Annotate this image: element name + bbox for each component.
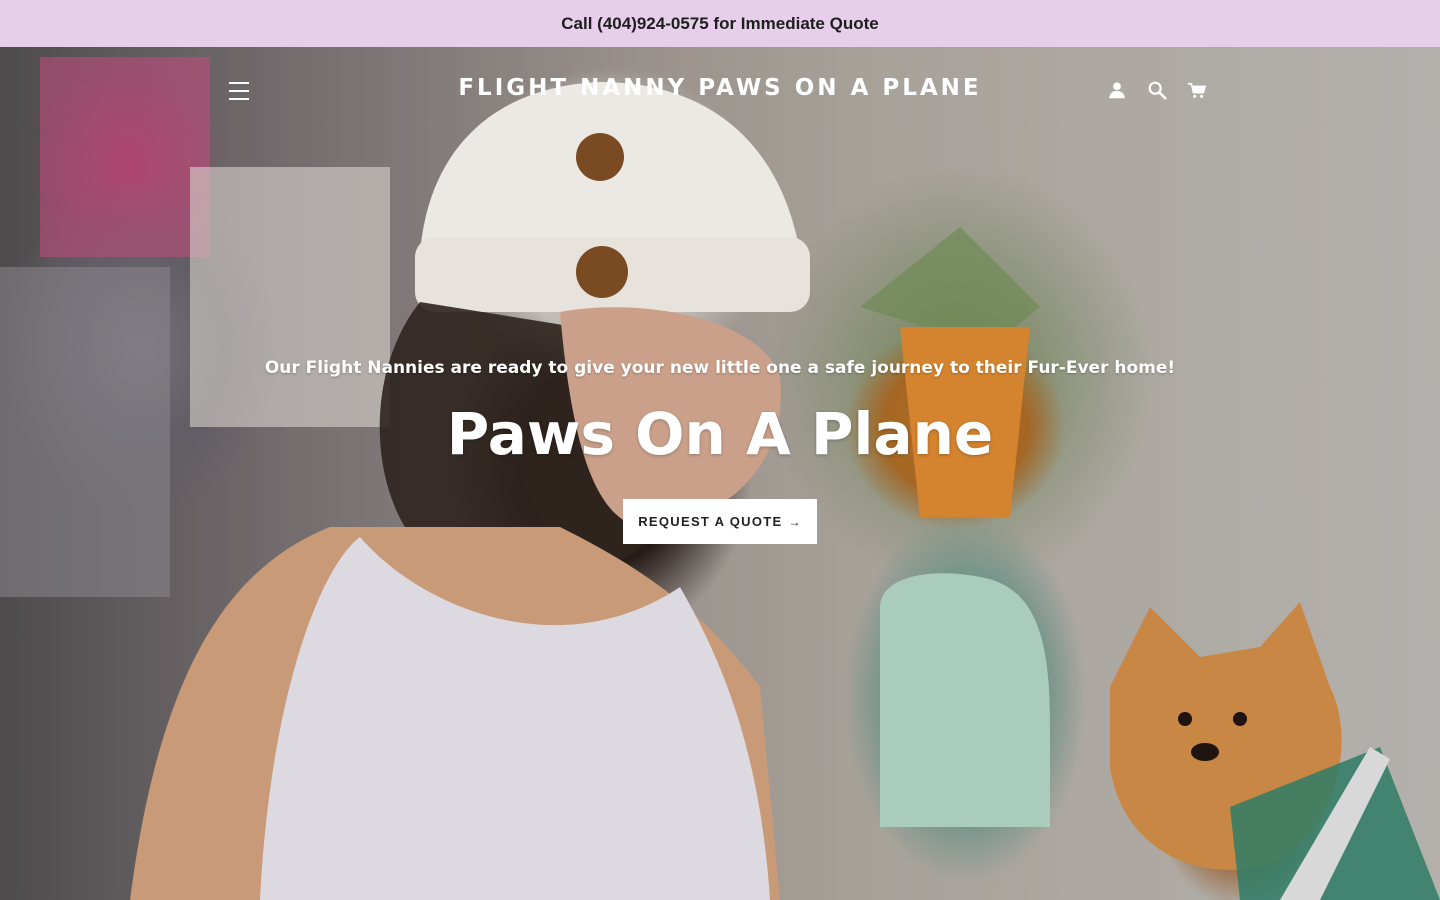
announcement-bar: Call (404)924-0575 for Immediate Quote [0, 0, 1440, 47]
button-shape [576, 246, 628, 298]
dog-eye-shape [1233, 712, 1247, 726]
cart-icon[interactable] [1186, 79, 1208, 101]
header-icons [1106, 79, 1208, 101]
menu-icon-bar [229, 98, 249, 100]
request-quote-button[interactable]: REQUEST A QUOTE → [623, 499, 817, 544]
search-icon[interactable] [1146, 79, 1168, 101]
request-quote-label: REQUEST A QUOTE [638, 514, 783, 529]
menu-icon[interactable] [229, 82, 251, 100]
hero-headline: Paws On A Plane [446, 400, 994, 468]
hero-image [0, 47, 1440, 900]
hero-photo-illustration [0, 57, 1440, 900]
site-title-link[interactable]: FLIGHT NANNY PAWS ON A PLANE [420, 75, 1020, 101]
dog-nose-shape [1191, 743, 1219, 761]
menu-icon-bar [229, 90, 249, 92]
poster-shape [190, 167, 390, 427]
hero-tagline: Our Flight Nannies are ready to give you… [264, 358, 1176, 378]
menu-icon-bar [229, 82, 249, 84]
arrow-right-icon: → [788, 514, 802, 529]
button-shape [576, 133, 624, 181]
account-icon[interactable] [1106, 79, 1128, 101]
kettle-shape [880, 573, 1050, 827]
announcement-text: Call (404)924-0575 for Immediate Quote [561, 13, 879, 33]
dog-eye-shape [1178, 712, 1192, 726]
